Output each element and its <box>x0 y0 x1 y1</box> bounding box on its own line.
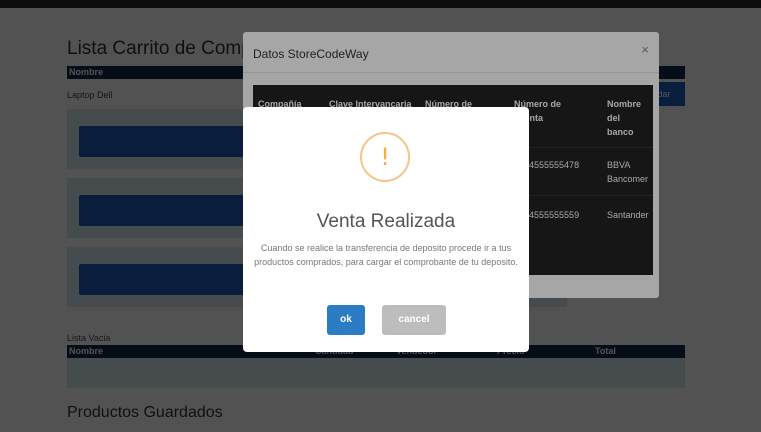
ok-button[interactable]: ok <box>327 305 365 335</box>
warning-icon: ! <box>360 132 410 182</box>
cancel-button[interactable]: cancel <box>382 305 446 335</box>
alert-title: Venta Realizada <box>316 211 456 232</box>
alert-message: Cuando se realice la transferencia de de… <box>254 243 518 267</box>
sale-alert-dialog: ! Venta Realizada Cuando se realice la t… <box>243 107 529 352</box>
